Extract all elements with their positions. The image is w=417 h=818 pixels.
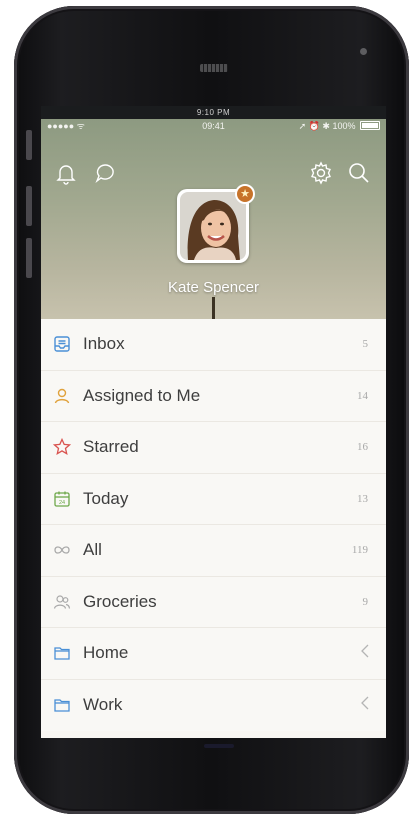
list-label: Today bbox=[83, 488, 129, 508]
list-count: 14 bbox=[357, 389, 368, 402]
folder-icon bbox=[51, 642, 73, 664]
list-count: 13 bbox=[357, 492, 368, 505]
volume-up-button bbox=[26, 186, 32, 226]
front-camera bbox=[360, 48, 367, 55]
chevron-left-icon[interactable] bbox=[360, 643, 370, 664]
list-count: 9 bbox=[362, 595, 369, 608]
bell-icon[interactable] bbox=[54, 161, 78, 185]
user-name[interactable]: Kate Spencer bbox=[41, 279, 386, 296]
list-label: Home bbox=[83, 643, 129, 663]
folder-icon bbox=[51, 694, 73, 716]
list-label: Assigned to Me bbox=[83, 385, 201, 405]
infinity-icon bbox=[51, 539, 73, 561]
people-icon bbox=[51, 591, 73, 613]
avatar-photo bbox=[180, 192, 246, 260]
list-label: Groceries bbox=[83, 591, 157, 611]
list-item-home[interactable]: Home bbox=[41, 628, 386, 680]
volume-down-button bbox=[26, 238, 32, 278]
svg-text:24: 24 bbox=[59, 500, 65, 506]
list-label: All bbox=[83, 540, 102, 560]
earpiece-speaker bbox=[200, 64, 228, 72]
star-outline-icon bbox=[51, 436, 73, 458]
background-pole bbox=[212, 297, 215, 319]
list-item-assigned-to-me[interactable]: Assigned to Me 14 bbox=[41, 371, 386, 422]
person-icon bbox=[51, 385, 73, 407]
chat-bubble-icon[interactable] bbox=[93, 161, 117, 185]
chevron-left-icon[interactable] bbox=[360, 695, 370, 716]
list-item-groceries[interactable]: Groceries 9 bbox=[41, 577, 386, 628]
status-icons: ➚ ⏰ ✱ bbox=[298, 121, 330, 131]
list-count: 119 bbox=[351, 544, 368, 557]
gear-icon[interactable] bbox=[309, 161, 333, 185]
inbox-icon bbox=[51, 333, 73, 355]
list-count: 16 bbox=[357, 441, 368, 454]
search-icon[interactable] bbox=[347, 161, 371, 185]
list-item-all[interactable]: All 119 bbox=[41, 525, 386, 577]
star-badge-icon: ★ bbox=[235, 184, 255, 204]
profile-header: ●●●●● ᯤ 09:41 ➚ ⏰ ✱ 100% ★ Kate Spencer bbox=[41, 119, 386, 319]
list-label: Inbox bbox=[83, 334, 125, 354]
battery-icon bbox=[360, 121, 380, 130]
list-item-starred[interactable]: Starred 16 bbox=[41, 422, 386, 474]
list-label: Starred bbox=[83, 437, 139, 457]
list-item-work[interactable]: Work bbox=[41, 680, 386, 732]
top-strip: 9:10 PM bbox=[41, 106, 386, 119]
battery-percent: 100% bbox=[332, 121, 356, 131]
status-right: ➚ ⏰ ✱ 100% bbox=[299, 119, 380, 133]
list-item-today[interactable]: 24 Today 13 bbox=[41, 474, 386, 525]
lists-menu: Inbox 5 Assigned to Me 14 Starred 16 24 … bbox=[41, 319, 386, 731]
app-screen: 9:10 PM ●●●●● ᯤ 09:41 ➚ ⏰ ✱ 100% ★ Kate … bbox=[41, 106, 386, 738]
list-label: Work bbox=[83, 695, 123, 715]
list-item-inbox[interactable]: Inbox 5 bbox=[41, 319, 386, 371]
status-bar: ●●●●● ᯤ 09:41 ➚ ⏰ ✱ 100% bbox=[41, 119, 386, 133]
list-count: 5 bbox=[362, 338, 369, 351]
home-indicator bbox=[204, 744, 234, 748]
calendar-icon: 24 bbox=[51, 488, 73, 510]
mute-switch bbox=[26, 130, 32, 160]
